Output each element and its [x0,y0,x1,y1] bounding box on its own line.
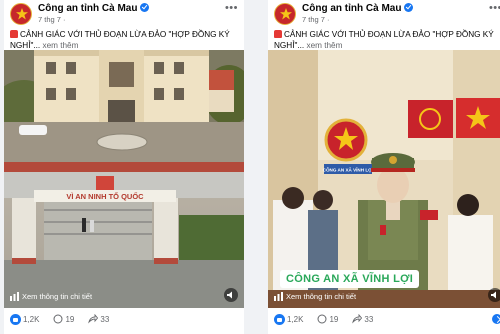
post-time: 7 thg 7 · [302,15,330,24]
info-icon [274,292,283,301]
post-header: Công an tỉnh Cà Mau 7 thg 7 · ••• [274,2,500,28]
post-card: Công an tỉnh Cà Mau 7 thg 7 · ••• CẢNH G… [4,0,244,334]
star-emblem-icon [16,8,28,20]
speaker-icon[interactable] [224,288,238,302]
info-icon [10,292,19,301]
like-button[interactable]: 1,2K [10,313,39,325]
post-video[interactable]: VÌ AN NINH TỔ QUỐC Xem thông tin chi tiế… [4,50,244,308]
verified-icon [404,3,414,12]
avatar[interactable] [10,3,32,25]
share-button[interactable]: 33 [352,314,373,324]
board-sign: CÔNG AN XÃ VĨNH LỢI [323,166,374,173]
like-button[interactable]: 1,2K [274,313,303,325]
feed: Công an tỉnh Cà Mau 7 thg 7 · ••• CẢNH G… [0,0,500,334]
caption-banner: CÔNG AN XÃ VĨNH LỢI [280,270,420,288]
verified-icon [140,3,150,12]
post-caption: CẢNH GIÁC VỚI THỦ ĐOẠN LỪA ĐẢO "HỢP ĐỒNG… [10,30,230,50]
page-name[interactable]: Công an tỉnh Cà Mau [302,3,414,14]
share-icon [88,314,99,324]
avatar[interactable] [274,3,296,25]
share-icon [352,314,363,324]
watch-detail-link[interactable]: Xem thông tin chi tiết [274,292,356,301]
post-caption: CẢNH GIÁC VỚI THỦ ĐOẠN LỪA ĐẢO "HỢP ĐỒNG… [274,30,494,50]
see-more-link[interactable]: xem thêm [306,41,342,50]
share-button[interactable]: 33 [88,314,109,324]
star-emblem-icon [280,8,292,20]
share-badge-icon [492,314,500,324]
post-card: Công an tỉnh Cà Mau 7 thg 7 · ••• CẢNH G… [268,0,500,334]
page-name[interactable]: Công an tỉnh Cà Mau [38,3,150,14]
more-options-icon[interactable]: ••• [489,2,500,14]
post-header: Công an tỉnh Cà Mau 7 thg 7 · ••• [10,2,238,28]
comment-button[interactable]: 19 [53,314,74,324]
siren-icon [10,30,18,38]
comment-icon [53,314,63,324]
post-actions: 1,2K 19 33 [274,310,500,328]
speaker-icon[interactable] [488,288,500,302]
like-icon [274,313,285,325]
watch-detail-link[interactable]: Xem thông tin chi tiết [10,292,92,301]
like-icon [10,313,21,325]
comment-icon [317,314,327,324]
post-video[interactable]: CÔNG AN XÃ VĨNH LỢI CÔNG AN XÃ VĨNH LỢI … [268,50,500,308]
see-more-link[interactable]: xem thêm [42,41,78,50]
more-options-icon[interactable]: ••• [225,2,238,14]
video-frame: VÌ AN NINH TỔ QUỐC [4,50,244,308]
post-time: 7 thg 7 · [38,15,66,24]
comment-button[interactable]: 19 [317,314,338,324]
post-actions: 1,2K 19 33 [10,310,238,328]
gate-sign: VÌ AN NINH TỔ QUỐC [66,191,144,201]
siren-icon [274,30,282,38]
